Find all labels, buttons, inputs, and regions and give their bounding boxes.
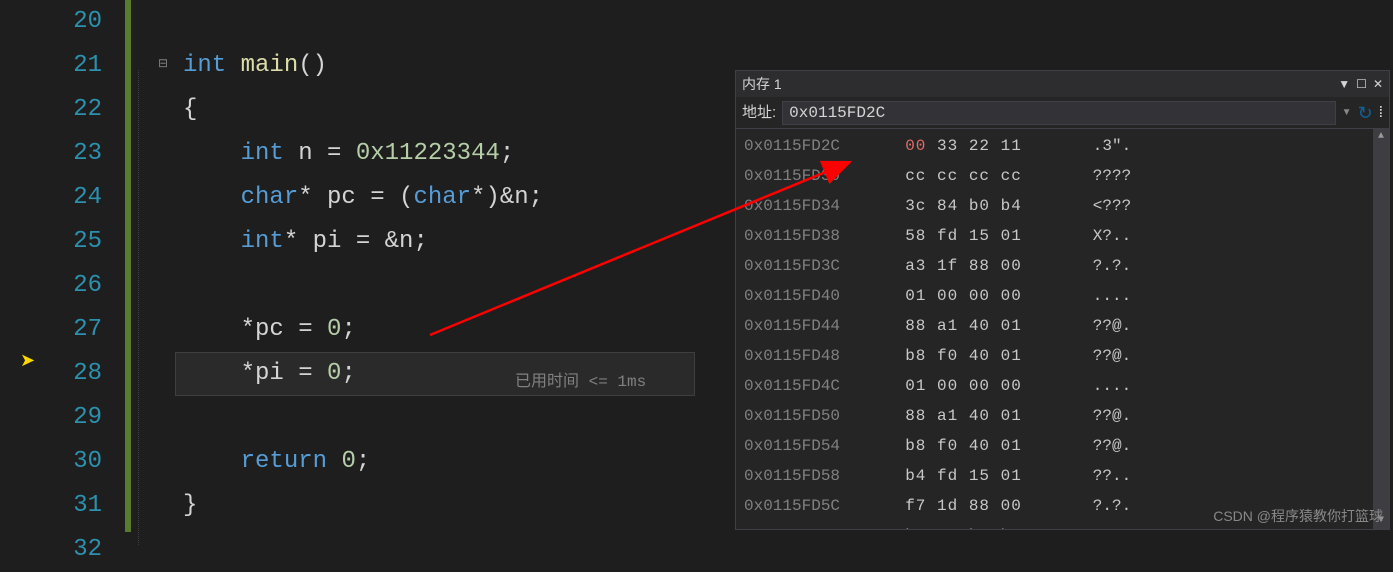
- line-number: 31: [60, 484, 120, 528]
- line-number: 29: [60, 396, 120, 440]
- memory-row[interactable]: 0x0115FD44 88 a1 40 01 ??@.: [744, 311, 1381, 341]
- memory-row-address: 0x0115FD30: [744, 161, 884, 191]
- memory-row-bytes: 88 a1 40 01: [884, 401, 1064, 431]
- memory-row-bytes: 3c 84 b0 b4: [884, 191, 1064, 221]
- memory-row-bytes: 01 00 00 00: [884, 281, 1064, 311]
- memory-row[interactable]: 0x0115FD2C 00 33 22 11 .3".: [744, 131, 1381, 161]
- address-dropdown-icon[interactable]: ▼: [1342, 98, 1352, 128]
- watermark-text: CSDN @程序猿教你打篮球: [1213, 506, 1383, 526]
- code-line[interactable]: [175, 0, 1393, 44]
- memory-row[interactable]: 0x0115FD48 b8 f0 40 01 ??@.: [744, 341, 1381, 371]
- memory-row[interactable]: 0x0115FD54 b8 f0 40 01 ??@.: [744, 431, 1381, 461]
- memory-row-ascii: ??@.: [1064, 311, 1131, 341]
- memory-row-ascii: ??@.: [1064, 401, 1131, 431]
- line-number: 28: [60, 352, 120, 396]
- line-number: 22: [60, 88, 120, 132]
- change-marker: [125, 0, 131, 532]
- line-number: 30: [60, 440, 120, 484]
- memory-row-bytes: b0 84 b0 b4: [884, 521, 1064, 529]
- memory-row-ascii: ....: [1064, 371, 1131, 401]
- memory-row-bytes: 88 a1 40 01: [884, 311, 1064, 341]
- memory-row-ascii: ??@.: [1064, 341, 1131, 371]
- memory-row-address: 0x0115FD2C: [744, 131, 884, 161]
- line-number: 27: [60, 308, 120, 352]
- memory-row-address: 0x0115FD4C: [744, 371, 884, 401]
- maximize-icon[interactable]: ☐: [1356, 69, 1367, 99]
- memory-row-address: 0x0115FD3C: [744, 251, 884, 281]
- memory-row-bytes: 58 fd 15 01: [884, 221, 1064, 251]
- memory-row-bytes: b8 f0 40 01: [884, 431, 1064, 461]
- memory-row-address: 0x0115FD50: [744, 401, 884, 431]
- address-label: 地址:: [742, 98, 776, 128]
- memory-row-ascii: ??..: [1064, 461, 1131, 491]
- memory-row-address: 0x0115FD5C: [744, 491, 884, 521]
- memory-address-bar: 地址: ▼ ↻ ⁞⁞: [736, 97, 1389, 129]
- memory-row-ascii: X?..: [1064, 221, 1131, 251]
- fold-gutter[interactable]: ⊟: [120, 0, 175, 532]
- line-number: 23: [60, 132, 120, 176]
- memory-row-bytes: b8 f0 40 01: [884, 341, 1064, 371]
- execution-pointer-icon: ➤: [20, 350, 35, 372]
- memory-row-address: 0x0115FD38: [744, 221, 884, 251]
- memory-row[interactable]: 0x0115FD3C a3 1f 88 00 ?.?.: [744, 251, 1381, 281]
- memory-row-ascii: ????: [1064, 161, 1131, 191]
- memory-row-address: 0x0115FD48: [744, 341, 884, 371]
- memory-row-ascii: .3".: [1064, 131, 1131, 161]
- columns-icon[interactable]: ⁞⁞: [1379, 98, 1383, 128]
- memory-row-ascii: ....: [1064, 281, 1131, 311]
- line-number: 26: [60, 264, 120, 308]
- memory-dump-body[interactable]: 0x0115FD2C 00 33 22 11 .3".0x0115FD30 cc…: [736, 129, 1389, 529]
- dropdown-icon[interactable]: ▼: [1338, 69, 1350, 99]
- memory-row[interactable]: 0x0115FD4C 01 00 00 00 ....: [744, 371, 1381, 401]
- memory-panel-title: 内存 1: [742, 69, 1338, 99]
- memory-panel: 内存 1 ▼ ☐ ✕ 地址: ▼ ↻ ⁞⁞ 0x0115FD2C 00 33 2…: [735, 70, 1390, 530]
- memory-row-ascii: ?.?.: [1064, 491, 1131, 521]
- line-number: 24: [60, 176, 120, 220]
- fold-minus-icon[interactable]: ⊟: [158, 56, 168, 71]
- line-number: 32: [60, 528, 120, 572]
- address-input[interactable]: [782, 101, 1335, 125]
- memory-row-ascii: <???: [1064, 191, 1131, 221]
- memory-row[interactable]: 0x0115FD30 cc cc cc cc ????: [744, 161, 1381, 191]
- breakpoint-margin[interactable]: ➤: [0, 0, 60, 532]
- scroll-up-icon[interactable]: ▲: [1373, 129, 1389, 145]
- refresh-icon[interactable]: ↻: [1358, 98, 1373, 128]
- memory-row-ascii: ????: [1064, 521, 1131, 529]
- memory-row-bytes: 00 33 22 11: [884, 131, 1064, 161]
- memory-row-bytes: 01 00 00 00: [884, 371, 1064, 401]
- indent-guide: [138, 70, 139, 545]
- close-icon[interactable]: ✕: [1373, 69, 1383, 99]
- line-number: 25: [60, 220, 120, 264]
- memory-row-bytes: f7 1d 88 00: [884, 491, 1064, 521]
- memory-panel-titlebar[interactable]: 内存 1 ▼ ☐ ✕: [736, 71, 1389, 97]
- line-number: 20: [60, 0, 120, 44]
- memory-row[interactable]: 0x0115FD50 88 a1 40 01 ??@.: [744, 401, 1381, 431]
- memory-row-address: 0x0115FD44: [744, 311, 884, 341]
- memory-scrollbar[interactable]: ▲ ▼: [1373, 129, 1389, 529]
- line-number-gutter: 20212223242526272829303132: [60, 0, 120, 532]
- memory-row-address: 0x0115FD34: [744, 191, 884, 221]
- memory-row[interactable]: 0x0115FD38 58 fd 15 01 X?..: [744, 221, 1381, 251]
- memory-row-address: 0x0115FD60: [744, 521, 884, 529]
- line-number: 21: [60, 44, 120, 88]
- memory-row-address: 0x0115FD54: [744, 431, 884, 461]
- memory-row-ascii: ??@.: [1064, 431, 1131, 461]
- memory-row[interactable]: 0x0115FD40 01 00 00 00 ....: [744, 281, 1381, 311]
- memory-row-ascii: ?.?.: [1064, 251, 1131, 281]
- memory-row-address: 0x0115FD40: [744, 281, 884, 311]
- memory-row-bytes: a3 1f 88 00: [884, 251, 1064, 281]
- memory-row[interactable]: 0x0115FD34 3c 84 b0 b4 <???: [744, 191, 1381, 221]
- code-line[interactable]: [175, 528, 1393, 572]
- memory-row-address: 0x0115FD58: [744, 461, 884, 491]
- memory-row-bytes: b4 fd 15 01: [884, 461, 1064, 491]
- memory-row[interactable]: 0x0115FD58 b4 fd 15 01 ??..: [744, 461, 1381, 491]
- memory-row-bytes: cc cc cc cc: [884, 161, 1064, 191]
